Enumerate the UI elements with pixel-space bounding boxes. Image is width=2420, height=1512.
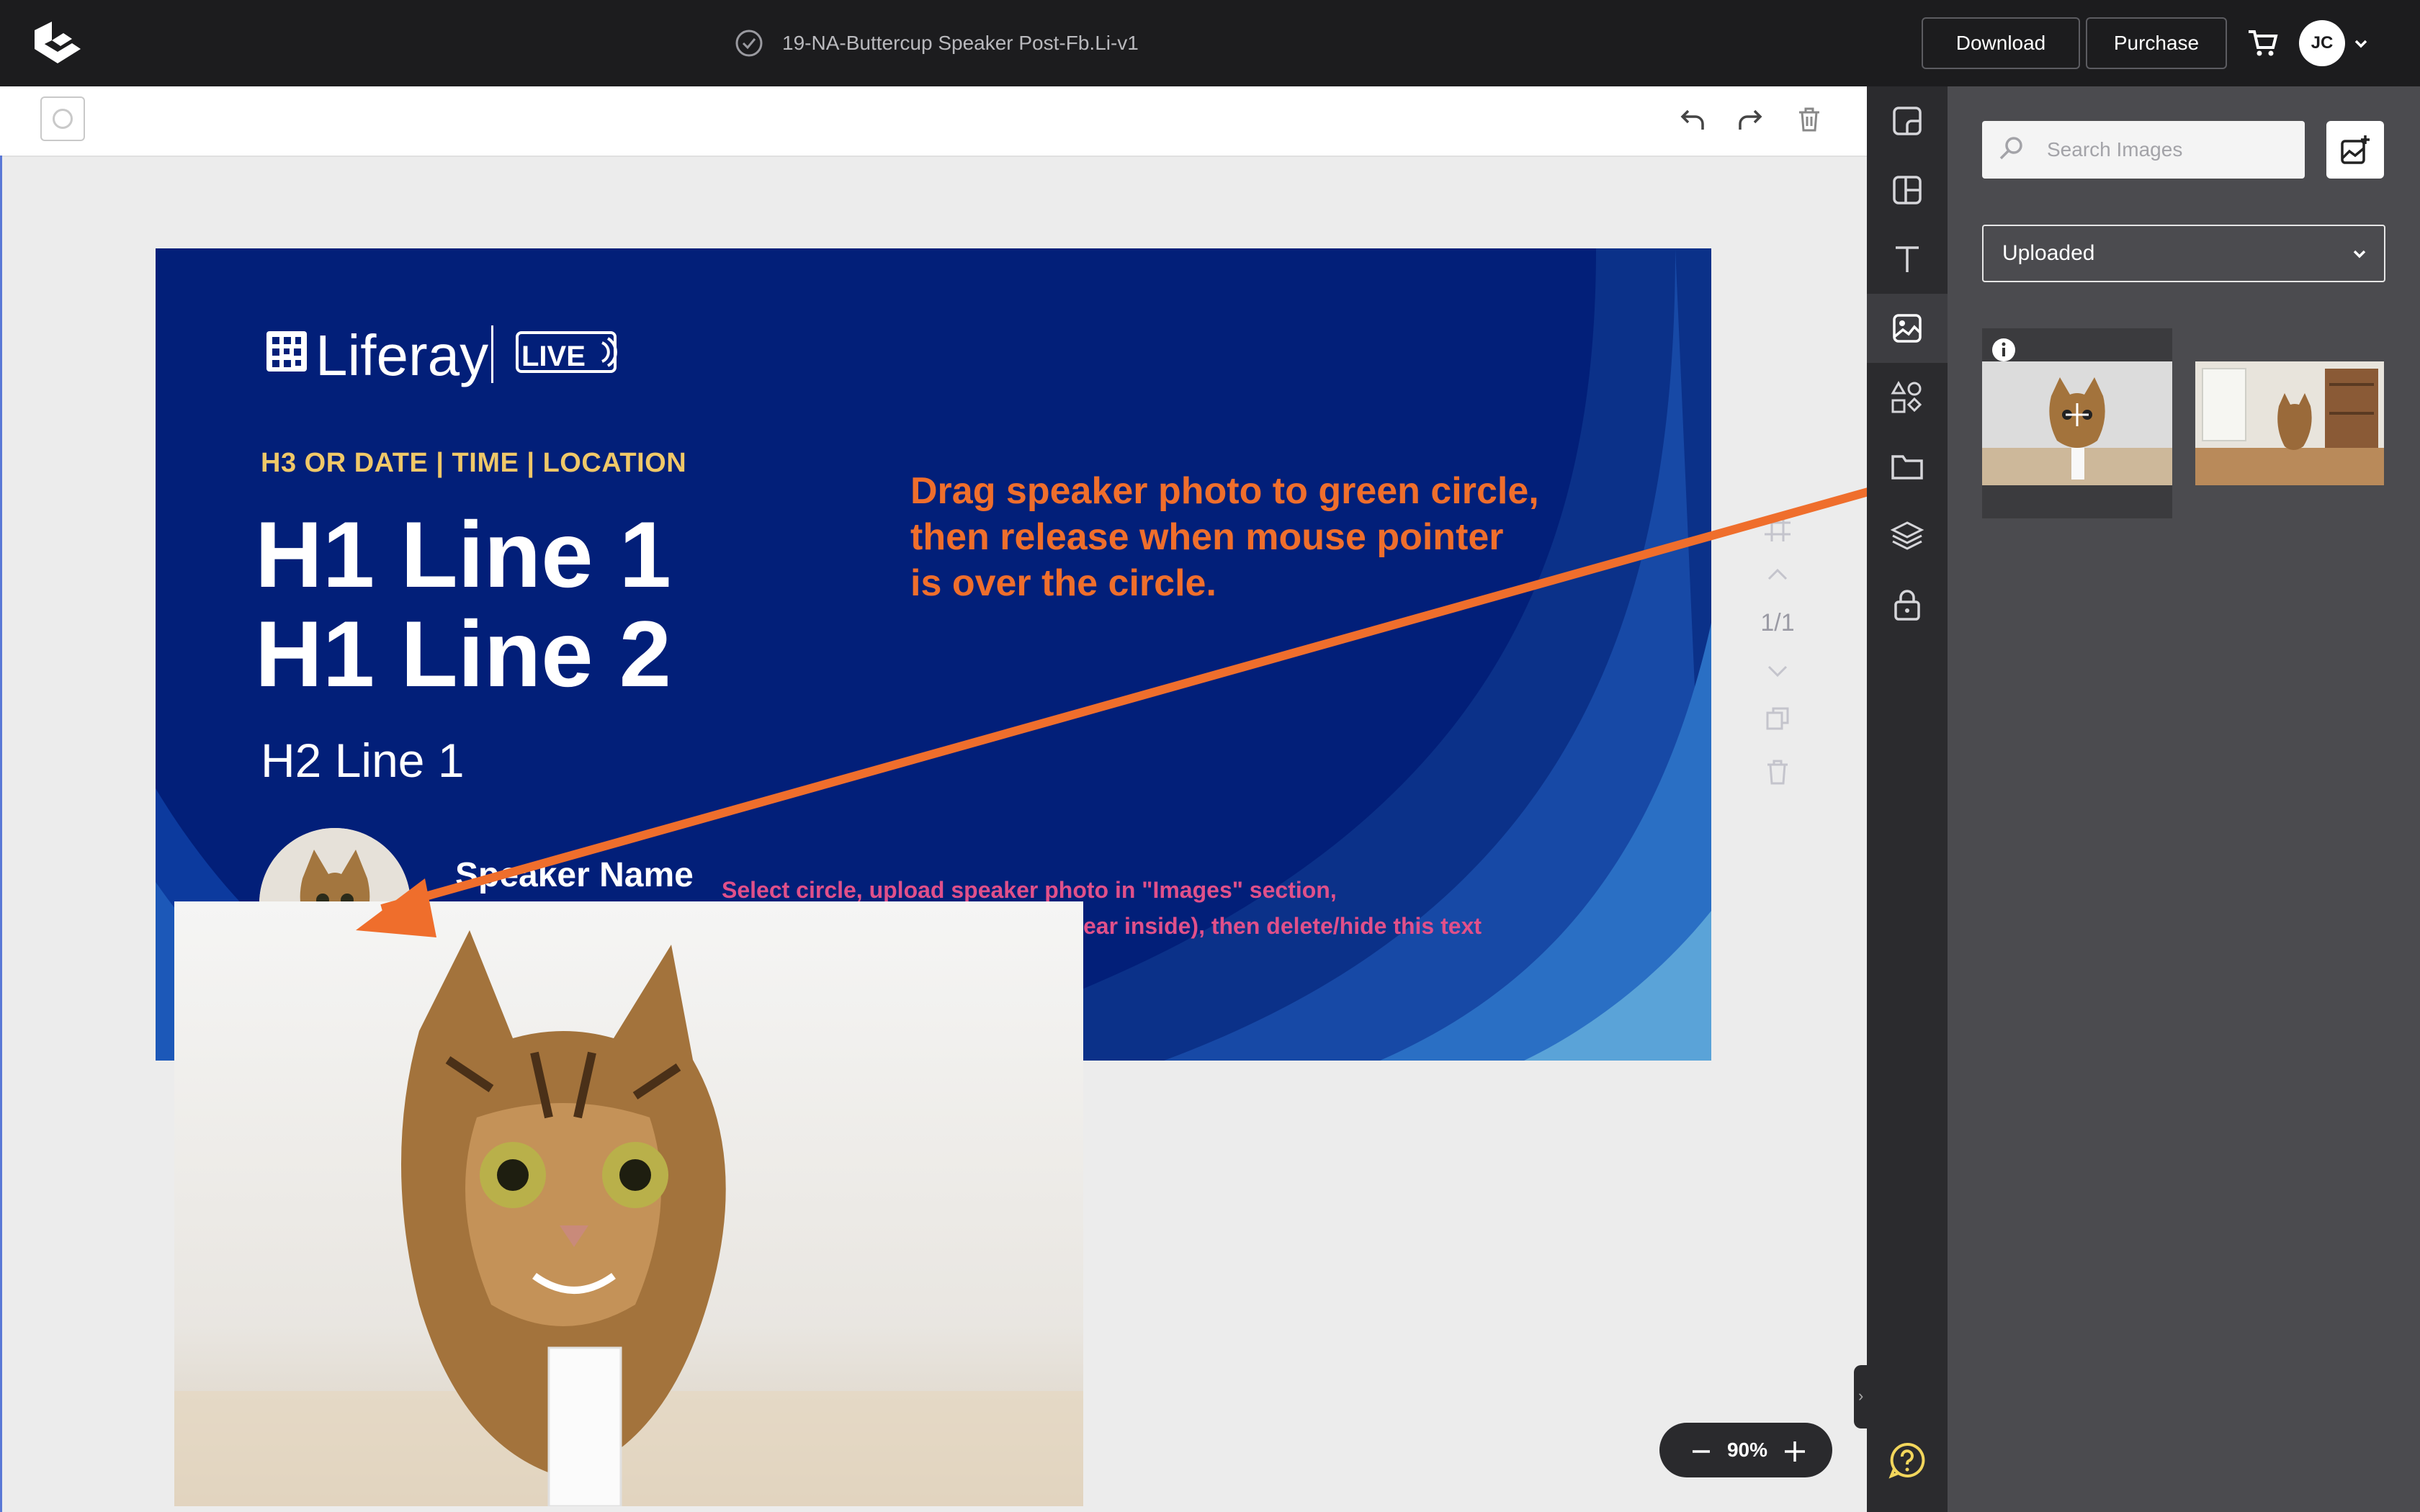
images-panel (1948, 86, 2420, 1512)
speaker-name[interactable]: Speaker Name (455, 855, 694, 895)
annotation-line-2: then release when mouse pointer (910, 516, 1504, 558)
chevron-up-icon[interactable] (1762, 559, 1793, 590)
annotation-line-3: is over the circle. (910, 562, 1216, 604)
zoom-in-icon[interactable] (1780, 1437, 1809, 1466)
select-tool-button[interactable] (40, 96, 85, 141)
check-circle-icon (735, 29, 763, 58)
redo-icon[interactable] (1736, 105, 1765, 134)
annotation-line-1: Drag speaker photo to green circle, (910, 470, 1539, 512)
undo-icon[interactable] (1678, 105, 1707, 134)
info-icon[interactable] (1991, 337, 2017, 363)
app-logo-icon[interactable] (32, 20, 84, 66)
live-badge: LIVE (521, 341, 586, 372)
editor-toolbar (0, 86, 1867, 157)
delete-page-icon[interactable] (1762, 756, 1793, 788)
layers-icon[interactable] (1890, 518, 1924, 553)
canvas-edge (0, 156, 2, 1512)
zoom-out-icon[interactable] (1688, 1439, 1714, 1464)
grid-icon[interactable] (1762, 513, 1793, 544)
document-title[interactable]: 19-NA-Buttercup Speaker Post-Fb.Li-v1 (782, 29, 1139, 58)
slide-h1-line-1[interactable]: H1 Line 1 (255, 504, 671, 605)
search-placeholder: Search Images (2047, 138, 2183, 161)
upload-image-button[interactable] (2326, 121, 2384, 179)
chevron-down-icon[interactable] (2352, 35, 2370, 52)
instruction-text-line-1[interactable]: Select circle, upload speaker photo in "… (722, 877, 1337, 904)
images-icon[interactable] (1890, 311, 1924, 346)
slide-h2-line-1[interactable]: H2 Line 1 (261, 733, 465, 788)
image-source-value: Uploaded (2002, 241, 2095, 265)
instruction-text-line-2[interactable]: ear inside), then delete/hide this text (1083, 913, 1482, 940)
collapse-panel-handle[interactable]: › (1854, 1365, 1871, 1428)
avatar[interactable]: JC (2299, 20, 2345, 66)
image-thumbnail-cat-2[interactable] (2195, 361, 2384, 485)
search-icon (1996, 134, 2027, 164)
cart-icon[interactable] (2246, 26, 2279, 59)
liferay-wordmark: Liferay (315, 323, 489, 387)
folder-icon[interactable] (1890, 449, 1924, 484)
download-button[interactable]: Download (1922, 17, 2080, 69)
chevron-down-icon (2349, 243, 2370, 264)
duplicate-page-icon[interactable] (1762, 703, 1793, 734)
shapes-icon[interactable] (1890, 380, 1924, 415)
text-icon[interactable] (1890, 242, 1924, 276)
templates-icon[interactable] (1890, 104, 1924, 138)
slide-h1-line-2[interactable]: H1 Line 2 (255, 603, 671, 704)
slide-h3[interactable]: H3 OR DATE | TIME | LOCATION (261, 448, 686, 479)
zoom-level[interactable]: 90% (1720, 1434, 1775, 1466)
purchase-button[interactable]: Purchase (2086, 17, 2227, 69)
dragged-cat-image[interactable] (174, 901, 1083, 1506)
page-counter: 1/1 (1760, 609, 1795, 636)
lock-icon[interactable] (1890, 588, 1924, 622)
trash-icon[interactable] (1795, 105, 1824, 134)
help-icon[interactable] (1887, 1440, 1927, 1480)
layout-icon[interactable] (1890, 173, 1924, 207)
move-cursor-icon (2064, 402, 2090, 428)
chevron-down-icon[interactable] (1762, 655, 1793, 687)
